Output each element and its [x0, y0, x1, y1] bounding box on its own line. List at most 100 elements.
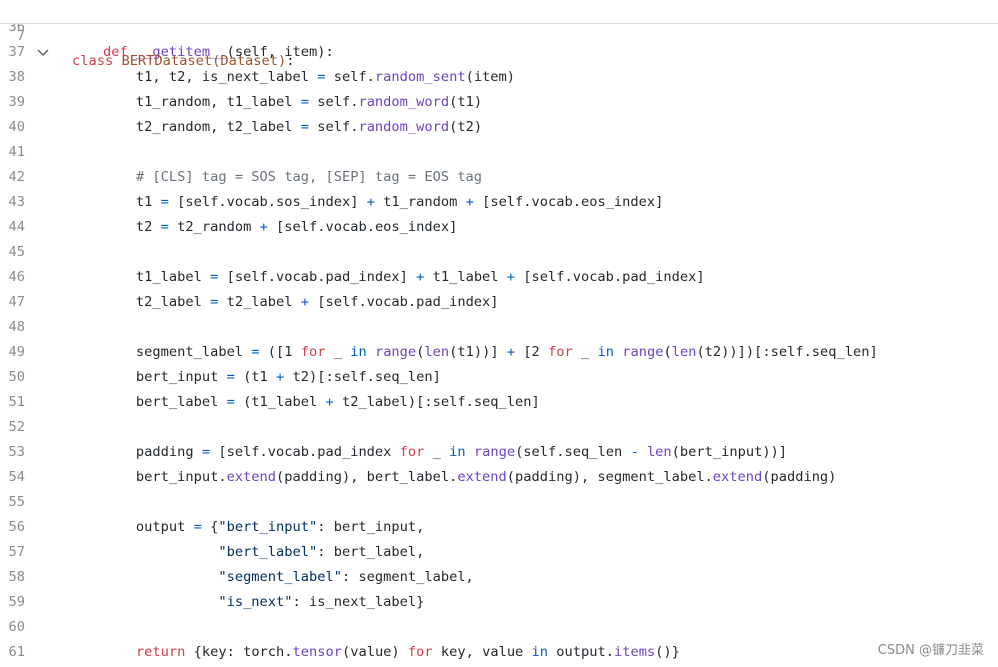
code-token: random_word: [358, 94, 450, 110]
code-token: (self.seq_len: [515, 444, 631, 460]
code-text: bert_input = (t1 + t2)[:self.seq_len]: [70, 365, 441, 390]
code-text: bert_input.extend(padding), bert_label.e…: [70, 465, 837, 490]
code-token: for: [300, 344, 326, 360]
code-token: tensor: [292, 644, 342, 660]
code-token: +: [366, 194, 375, 210]
code-text: t2_random, t2_label = self.random_word(t…: [70, 115, 482, 140]
code-line: 41: [0, 140, 998, 165]
line-number: 45: [8, 244, 25, 260]
code-token: t2_label: [218, 294, 301, 310]
code-token: extend: [457, 469, 507, 485]
code-text: class BERTDataset(Dataset):: [72, 49, 295, 74]
code-token: "bert_label": [218, 544, 318, 560]
code-token: (t1_label: [234, 394, 326, 410]
code-token: _: [424, 444, 450, 460]
watermark: CSDN @镰刀韭菜: [877, 643, 984, 658]
code-token: +: [325, 394, 334, 410]
code-line: 53 padding = [self.vocab.pad_index for _…: [0, 440, 998, 465]
code-token: (t2): [449, 119, 483, 135]
code-token: [self.vocab.pad_index]: [218, 269, 417, 285]
code-token: : bert_label,: [317, 544, 425, 560]
code-token: (t2))])[:self.seq_len]: [696, 344, 878, 360]
code-token: t2_label)[:self.seq_len]: [333, 394, 540, 410]
code-text: padding = [self.vocab.pad_index for _ in…: [70, 440, 787, 465]
line-number: 53: [8, 444, 25, 460]
code-token: bert_input: [70, 369, 227, 385]
line-number: 43: [8, 194, 25, 210]
code-token: =: [201, 444, 211, 460]
code-token: BERTDataset(Dataset): [121, 53, 287, 69]
code-text: "segment_label": segment_label,: [70, 565, 474, 590]
line-number: 47: [8, 294, 25, 310]
line-number: 44: [8, 219, 25, 235]
code-token: random_word: [358, 119, 450, 135]
code-token: for: [548, 344, 573, 360]
code-text: t1 = [self.vocab.sos_index] + t1_random …: [70, 190, 663, 215]
code-token: for: [407, 644, 433, 660]
code-token: len: [671, 344, 697, 360]
sticky-scroll-header[interactable]: 7 class BERTDataset(Dataset):: [0, 0, 998, 69]
code-token: (padding): [762, 469, 837, 485]
code-token: t2_random: [168, 219, 260, 235]
code-token: "is_next": [218, 594, 293, 610]
code-text: segment_label = ([1 for _ in range(len(t…: [70, 340, 878, 365]
line-number: 40: [8, 119, 25, 135]
code-token: in: [449, 444, 466, 460]
code-token: output: [70, 519, 194, 535]
code-token: for: [399, 444, 425, 460]
code-token: t1: [70, 194, 161, 210]
code-token: _: [325, 344, 351, 360]
code-token: in: [350, 344, 367, 360]
code-token: =: [160, 194, 169, 210]
code-token: class: [72, 53, 122, 69]
line-number: 56: [8, 519, 25, 535]
code-token: =: [226, 369, 235, 385]
code-token: len: [646, 444, 672, 460]
code-token: in: [531, 644, 549, 660]
code-token: +: [506, 344, 516, 360]
code-token: -: [630, 444, 639, 460]
code-line: 45: [0, 240, 998, 265]
code-line: 50 bert_input = (t1 + t2)[:self.seq_len]: [0, 365, 998, 390]
code-editor[interactable]: 36 37 def __getitem__(self, item): 38 t1, …: [0, 0, 998, 667]
code-token: +: [506, 269, 516, 285]
code-token: (t1: [234, 369, 277, 385]
code-token: items: [613, 644, 656, 660]
code-line: 56 output = {"bert_input": bert_input,: [0, 515, 998, 540]
code-token: bert_input.: [70, 469, 227, 485]
code-token: ([1: [259, 344, 301, 360]
line-number: 60: [8, 619, 25, 635]
code-token: : segment_label,: [341, 569, 474, 585]
code-line: 40 t2_random, t2_label = self.random_wor…: [0, 115, 998, 140]
code-token: (item): [465, 69, 516, 85]
code-text: t1_label = [self.vocab.pad_index] + t1_l…: [70, 265, 705, 290]
code-line: 7 class BERTDataset(Dataset):: [0, 0, 998, 69]
line-number: 41: [8, 144, 25, 160]
code-token: [self.vocab.sos_index]: [168, 194, 367, 210]
code-token: t2_label: [70, 294, 211, 310]
line-number: 59: [8, 594, 25, 610]
code-token: range: [622, 344, 664, 360]
code-text: t1_random, t1_label = self.random_word(t…: [70, 90, 482, 115]
line-number: 46: [8, 269, 25, 285]
code-line: 61 return {key: torch.tensor(value) for …: [0, 640, 998, 665]
code-token: [2: [515, 344, 549, 360]
code-token: [self.vocab.pad_index]: [309, 294, 499, 310]
code-token: t1_random: [374, 194, 466, 210]
code-token: extend: [712, 469, 763, 485]
code-line: 60: [0, 615, 998, 640]
code-token: =: [251, 344, 260, 360]
code-token: "segment_label": [218, 569, 342, 585]
code-line: 58 "segment_label": segment_label,: [0, 565, 998, 590]
code-token: +: [300, 294, 309, 310]
line-number: 42: [8, 169, 25, 185]
code-token: [self.vocab.pad_index: [210, 444, 400, 460]
code-token: {key: torch.: [185, 644, 293, 660]
code-token: (padding), segment_label.: [506, 469, 713, 485]
code-token: :: [286, 53, 295, 69]
code-token: t2_random, t2_label: [70, 119, 301, 135]
